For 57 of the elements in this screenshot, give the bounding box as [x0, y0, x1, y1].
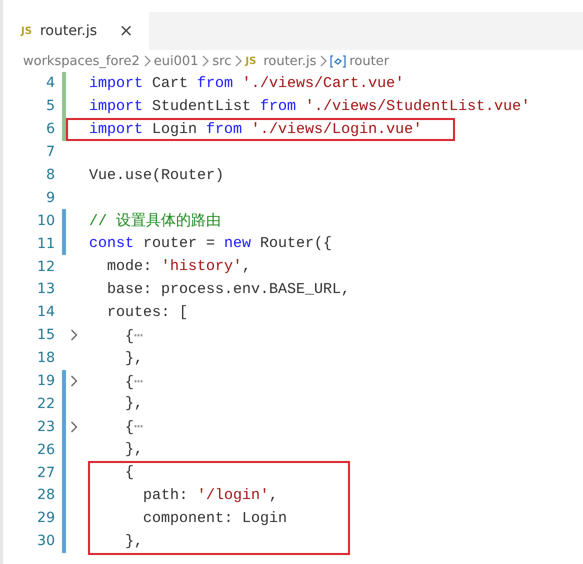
breadcrumb-item[interactable]: router	[349, 54, 390, 68]
line-number: 12	[36, 258, 55, 275]
code-line: Vue.use(Router)	[89, 166, 224, 184]
code-line: import Login from './views/Login.vue'	[89, 120, 422, 138]
line-number: 6	[45, 121, 55, 138]
symbol-variable-icon	[330, 54, 346, 68]
line-number: 15	[36, 327, 55, 344]
chevron-icon	[201, 55, 210, 67]
breadcrumb-item[interactable]: router.js	[263, 54, 316, 68]
code-line: {⋯	[124, 326, 144, 345]
line-number: 19	[36, 373, 55, 390]
chevron-icon	[234, 55, 242, 67]
fold-chevron-icon[interactable]	[70, 375, 78, 388]
code-line: },	[124, 350, 144, 367]
js-file-icon: JS	[21, 26, 32, 36]
line-number: 4	[45, 75, 55, 92]
breadcrumb-item[interactable]: src	[212, 54, 232, 68]
line-number: 28	[36, 487, 55, 504]
code-line: },	[124, 532, 144, 550]
line-number: 18	[36, 350, 55, 366]
line-number: 9	[45, 190, 55, 206]
line-number: 14	[36, 304, 55, 320]
fold-chevron-icon[interactable]	[70, 420, 78, 433]
code-line: // 设置具体的路由	[89, 212, 222, 230]
chevron-icon	[142, 55, 151, 67]
code-line: routes: [	[106, 304, 188, 321]
code-line: {⋯	[124, 418, 144, 436]
line-number: 11	[36, 236, 55, 252]
breadcrumb-item[interactable]: eui001	[154, 54, 198, 68]
line-number: 22	[36, 396, 55, 412]
line-number: 13	[36, 281, 55, 298]
line-number: 29	[36, 510, 55, 526]
line-number: 26	[36, 442, 55, 458]
line-number: 8	[45, 167, 55, 183]
close-icon[interactable]: ×	[119, 21, 134, 41]
code-line: {	[124, 464, 134, 482]
code-line: import StudentList from './views/StudentList.vue'	[89, 98, 530, 115]
fold-chevron-icon[interactable]	[70, 329, 78, 342]
code-line: import Cart from './views/Cart.vue'	[89, 74, 404, 92]
editor-tab[interactable]: JS router.js ×	[3, 12, 150, 50]
code-line: },	[124, 441, 144, 458]
code-line: base: process.env.BASE_URL,	[106, 280, 350, 298]
code-line: component: Login	[142, 510, 288, 527]
code-line: const router = new Router({	[89, 235, 332, 252]
line-number: 7	[45, 144, 55, 160]
code-line: },	[124, 395, 144, 412]
line-number: 10	[36, 212, 55, 229]
line-number: 27	[36, 464, 55, 481]
js-file-icon: JS	[245, 56, 256, 66]
code-line: path: '/login',	[142, 486, 278, 504]
code-line: mode: 'history',	[106, 258, 252, 276]
chevron-icon	[319, 55, 328, 67]
line-number: 30	[36, 533, 55, 550]
line-number: 5	[45, 98, 55, 114]
code-line: {⋯	[124, 372, 144, 391]
breadcrumb-item[interactable]: workspaces_fore2	[23, 54, 140, 68]
line-number: 23	[36, 418, 55, 435]
